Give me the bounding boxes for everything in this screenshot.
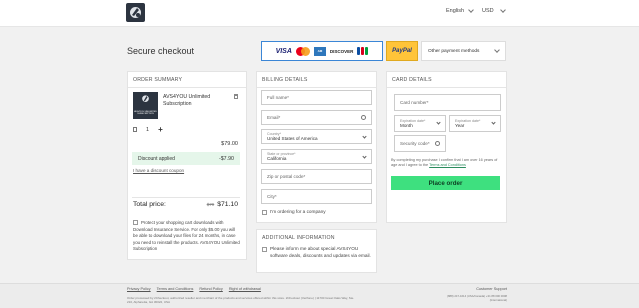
country-value: United States of America: [267, 135, 318, 141]
email-placeholder: Email*: [267, 115, 281, 120]
additional-info-heading: ADDITIONAL INFORMATION: [262, 235, 335, 241]
amex-logo: AM: [313, 46, 326, 56]
footer-note: Order processed by 2Checkout, authorized…: [127, 296, 355, 305]
trash-icon[interactable]: [234, 94, 238, 99]
plus-icon[interactable]: +: [158, 125, 163, 134]
product-name: AVS4YOU Unlimited Subscription: [163, 94, 211, 108]
discount-row: Discount applied -$7.90: [132, 152, 240, 165]
info-icon[interactable]: [435, 141, 440, 146]
state-value: California: [267, 155, 287, 161]
paypal-logo: PayPal: [392, 48, 412, 54]
decrease-icon[interactable]: [133, 127, 137, 132]
language-value: English: [446, 8, 465, 14]
terms-conditions-link[interactable]: Terms and Conditions: [157, 287, 194, 291]
total-price: $79 $71.10: [207, 201, 238, 208]
product-box-text: AVS4YOU UNLIMITED SUBSCRIPTION: [134, 110, 157, 116]
expiration-year-select[interactable]: Expiration date* Year: [449, 115, 501, 132]
chevron-down-icon: [468, 7, 474, 13]
download-insurance-option[interactable]: Protect your shopping cart downloads wit…: [133, 220, 241, 253]
customer-support-label[interactable]: Customer Support: [460, 287, 507, 291]
download-insurance-checkbox[interactable]: [133, 220, 138, 226]
order-summary-heading: ORDER SUMMARY: [128, 72, 246, 88]
security-code-input[interactable]: Security code*: [394, 135, 446, 152]
city-input[interactable]: City*: [261, 189, 372, 204]
card-payment-option[interactable]: VISA AM DISCOVER: [261, 41, 383, 61]
item-price: $79.00: [221, 141, 238, 147]
avs4you-logo[interactable]: [126, 3, 145, 22]
payment-methods: VISA AM DISCOVER PayPal Other payment me…: [261, 41, 507, 61]
card-details-heading: CARD DETAILS: [387, 72, 506, 88]
zip-placeholder: Zip or postal code*: [267, 174, 306, 179]
discover-logo: DISCOVER: [329, 48, 354, 54]
newsletter-checkbox[interactable]: [262, 247, 267, 252]
visa-logo: VISA: [275, 47, 292, 55]
newsletter-label: Please inform me about special AVS4YOU s…: [270, 246, 371, 258]
company-label: I'm ordering for a company: [270, 209, 326, 214]
country-select[interactable]: Country* United States of America: [261, 129, 372, 144]
billing-details-heading: BILLING DETAILS: [257, 72, 376, 88]
quantity-stepper[interactable]: 1 +: [133, 125, 163, 134]
total-new-price: $71.10: [217, 201, 238, 208]
privacy-policy-link[interactable]: Privacy Policy: [127, 287, 151, 291]
product-box-image: AVS4YOU UNLIMITED SUBSCRIPTION: [133, 92, 158, 119]
quantity-value[interactable]: 1: [146, 127, 149, 133]
paypal-option[interactable]: PayPal: [386, 41, 418, 61]
discount-coupon-link[interactable]: I have a discount coupon: [133, 168, 184, 173]
chevron-down-icon: [494, 47, 500, 53]
chevron-down-icon: [362, 134, 367, 139]
city-placeholder: City*: [267, 194, 277, 199]
company-checkbox[interactable]: [262, 209, 267, 215]
mastercard-logo: [295, 46, 310, 56]
page-title: Secure checkout: [127, 46, 195, 56]
discount-label: Discount applied: [138, 155, 175, 162]
other-payment-label: Other payment methods: [428, 48, 480, 54]
newsletter-checkbox-row[interactable]: Please inform me about special AVS4YOU s…: [262, 246, 372, 259]
billing-details-panel: BILLING DETAILS Full name* Email* Countr…: [256, 71, 377, 223]
place-order-button[interactable]: Place order: [391, 176, 500, 190]
refund-policy-link[interactable]: Refund Policy: [199, 287, 222, 291]
total-label: Total price:: [133, 201, 166, 208]
chevron-down-icon: [499, 7, 506, 13]
top-bar: English USD: [0, 0, 639, 27]
chevron-down-icon: [436, 120, 441, 125]
full-name-input[interactable]: Full name*: [261, 90, 372, 105]
info-icon[interactable]: [361, 115, 366, 120]
state-select[interactable]: State or province* California: [261, 149, 372, 164]
currency-value: USD: [482, 8, 494, 14]
expiration-month-select[interactable]: Expiration date* Month: [394, 115, 446, 132]
right-of-withdrawal-link[interactable]: Right of withdrawal: [229, 287, 261, 291]
card-number-placeholder: Card number*: [400, 100, 429, 105]
email-input[interactable]: Email*: [261, 110, 372, 125]
download-insurance-text: Protect your shopping cart downloads wit…: [133, 220, 240, 252]
card-details-panel: CARD DETAILS Card number* Expiration dat…: [386, 71, 507, 223]
currency-selector[interactable]: USD: [482, 7, 506, 14]
full-name-placeholder: Full name*: [267, 95, 289, 100]
total-old-price: $79: [206, 202, 215, 207]
chevron-down-icon: [491, 120, 496, 125]
security-code-placeholder: Security code*: [400, 141, 430, 146]
support-phones: (888) 247-1614 (USA/Canada) +31 88 000 0…: [447, 294, 507, 302]
exp-month-value: Month: [400, 122, 413, 128]
jcb-logo: [357, 47, 369, 55]
other-payment-methods-select[interactable]: Other payment methods: [421, 41, 506, 61]
terms-link[interactable]: Terms and Conditions: [429, 163, 466, 167]
exp-year-value: Year: [455, 122, 465, 128]
chevron-down-icon: [362, 154, 367, 159]
divider: [132, 197, 240, 198]
discount-value: -$7.90: [218, 155, 234, 162]
order-summary-panel: ORDER SUMMARY AVS4YOU UNLIMITED SUBSCRIP…: [127, 71, 247, 260]
company-checkbox-row[interactable]: I'm ordering for a company: [262, 209, 326, 216]
additional-info-panel: ADDITIONAL INFORMATION Please inform me …: [256, 229, 377, 273]
language-selector[interactable]: English: [446, 7, 474, 14]
zip-input[interactable]: Zip or postal code*: [261, 169, 372, 184]
card-number-input[interactable]: Card number*: [394, 94, 501, 111]
terms-notice: By completing my purchase I confirm that…: [391, 158, 504, 169]
footer-links: Privacy Policy Terms and Conditions Refu…: [127, 287, 261, 291]
